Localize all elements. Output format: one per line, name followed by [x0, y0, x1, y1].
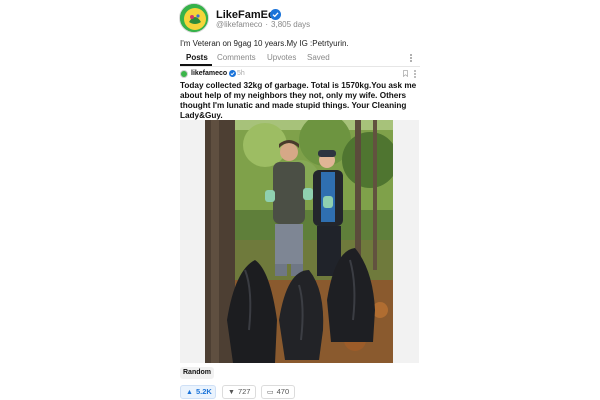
profile-bio: I'm Veteran on 9gag 10 years.My IG :Petr… — [180, 39, 349, 48]
post-title[interactable]: Today collected 32kg of garbage. Total i… — [180, 81, 420, 121]
tabs-divider — [180, 66, 420, 67]
upvote-count: 5.2K — [195, 387, 212, 396]
profile-handle: @likefameco — [216, 20, 263, 29]
verified-check-icon — [229, 70, 236, 77]
tab-comments[interactable]: Comments — [217, 53, 256, 63]
comment-icon: ▭ — [267, 389, 274, 396]
profile-account-age: 3,805 days — [271, 20, 311, 29]
post-photo[interactable] — [205, 120, 393, 363]
downvote-button[interactable]: ▼ 727 — [222, 385, 256, 399]
tab-posts[interactable]: Posts — [186, 53, 208, 63]
post-tag[interactable]: Random — [180, 367, 214, 379]
more-options-icon[interactable] — [409, 54, 413, 64]
post-photo-image — [205, 120, 393, 363]
upvote-button[interactable]: ▲ 5.2K — [180, 385, 216, 399]
tab-upvotes[interactable]: Upvotes — [267, 53, 296, 63]
avatar-image — [180, 4, 208, 32]
arrow-up-icon: ▲ — [186, 389, 193, 396]
profile-handle-line: @likefameco · 3,805 days — [216, 20, 310, 30]
bookmark-icon[interactable] — [403, 70, 408, 77]
post-author-avatar[interactable] — [180, 70, 188, 78]
handle-separator: · — [265, 20, 269, 29]
tab-saved[interactable]: Saved — [307, 53, 330, 63]
post-timestamp: 5h — [237, 70, 245, 77]
profile-avatar[interactable] — [179, 3, 209, 33]
arrow-down-icon: ▼ — [228, 389, 235, 396]
post-more-options-icon[interactable] — [413, 70, 416, 78]
comment-count: 470 — [276, 387, 290, 396]
downvote-count: 727 — [237, 387, 251, 396]
profile-page: LikeFamEco @likefameco · 3,805 days I'm Ve… — [0, 0, 600, 400]
comments-button[interactable]: ▭ 470 — [261, 385, 295, 399]
post-author-name[interactable]: likefameco — [191, 70, 227, 78]
profile-tabs: Posts Comments Upvotes Saved — [180, 53, 420, 67]
verified-check-icon — [270, 9, 281, 20]
